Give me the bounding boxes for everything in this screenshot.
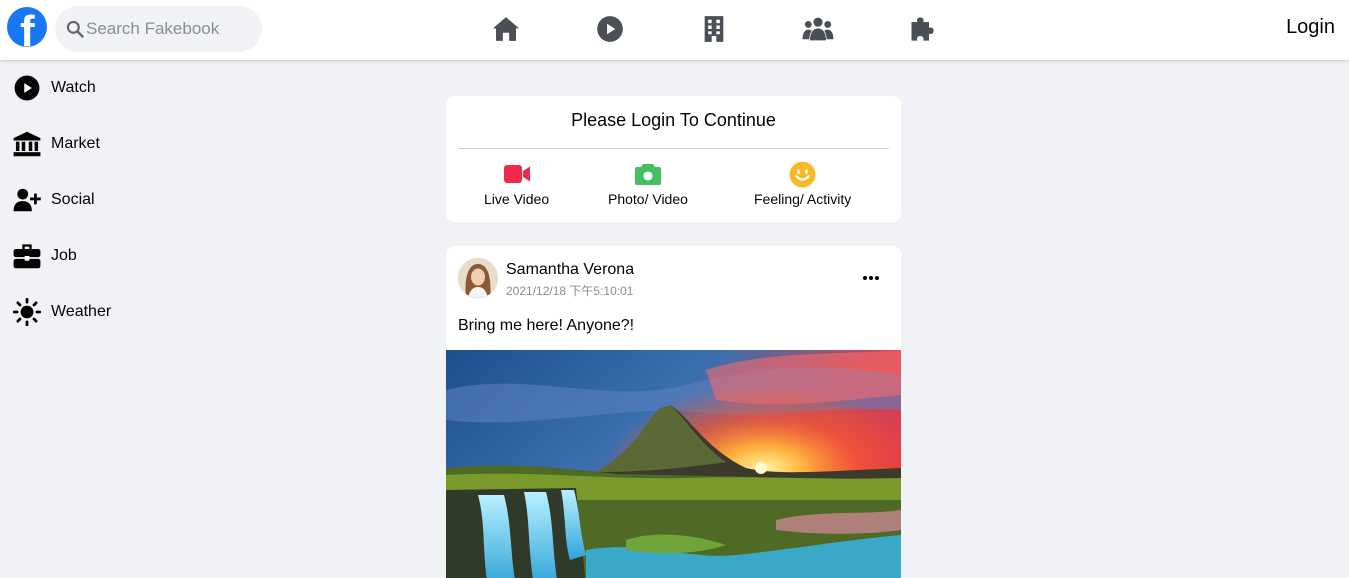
nav-watch[interactable]: [593, 12, 627, 46]
camera-icon: [634, 160, 662, 188]
top-navigation-bar: f Search Fakebook Login: [0, 0, 1349, 60]
play-circle-icon: [597, 16, 623, 42]
create-post-card: Please Login To Continue Live Video Phot…: [446, 96, 901, 222]
photo-video-button[interactable]: Photo/ Video: [608, 160, 688, 207]
action-label: Photo/ Video: [608, 191, 688, 207]
sidebar-item-weather[interactable]: Weather: [0, 284, 260, 340]
sidebar-item-label: Social: [51, 191, 95, 208]
smile-icon: [789, 160, 817, 188]
sidebar-item-label: Watch: [51, 79, 96, 96]
sidebar-item-label: Weather: [51, 303, 112, 320]
nav-pages[interactable]: [697, 12, 731, 46]
left-sidebar: Watch Market Social Job Weather: [0, 60, 260, 340]
avatar[interactable]: [458, 258, 498, 298]
group-icon: [802, 17, 834, 41]
video-camera-icon: [503, 160, 531, 188]
home-icon: [492, 17, 520, 41]
search-box[interactable]: [55, 6, 262, 52]
sidebar-item-label: Job: [51, 247, 77, 264]
sidebar-item-market[interactable]: Market: [0, 116, 260, 172]
nav-home[interactable]: [489, 12, 523, 46]
nav-games[interactable]: [905, 12, 939, 46]
ellipsis-icon: [863, 276, 879, 280]
play-circle-icon: [13, 74, 41, 102]
post-image[interactable]: [446, 350, 901, 578]
sidebar-item-watch[interactable]: Watch: [0, 60, 260, 116]
feeling-activity-button[interactable]: Feeling/ Activity: [754, 160, 851, 207]
briefcase-icon: [13, 242, 41, 270]
more-options-button[interactable]: [859, 266, 883, 290]
nav-groups[interactable]: [801, 12, 835, 46]
post-text: Bring me here! Anyone?!: [458, 317, 635, 334]
post-author-name[interactable]: Samantha Verona: [506, 261, 634, 279]
login-prompt-title: Please Login To Continue: [571, 110, 776, 130]
sidebar-item-social[interactable]: Social: [0, 172, 260, 228]
building-icon: [704, 16, 724, 42]
live-video-button[interactable]: Live Video: [484, 160, 549, 207]
post-timestamp[interactable]: 2021/12/18 下午5:10:01: [506, 282, 633, 299]
divider: [458, 148, 889, 149]
sidebar-item-job[interactable]: Job: [0, 228, 260, 284]
user-plus-icon: [13, 186, 41, 214]
post-card: Samantha Verona 2021/12/18 下午5:10:01 Bri…: [446, 246, 901, 578]
action-label: Feeling/ Activity: [754, 191, 852, 207]
fakebook-logo[interactable]: f: [7, 7, 47, 47]
bank-icon: [13, 130, 41, 158]
puzzle-icon: [911, 17, 934, 41]
search-icon: [66, 20, 84, 38]
search-input[interactable]: [86, 6, 256, 52]
sun-icon: [13, 298, 41, 326]
logo-letter: f: [20, 7, 35, 48]
action-label: Live Video: [484, 191, 550, 207]
login-link[interactable]: Login: [1286, 16, 1335, 39]
sidebar-item-label: Market: [51, 135, 100, 152]
